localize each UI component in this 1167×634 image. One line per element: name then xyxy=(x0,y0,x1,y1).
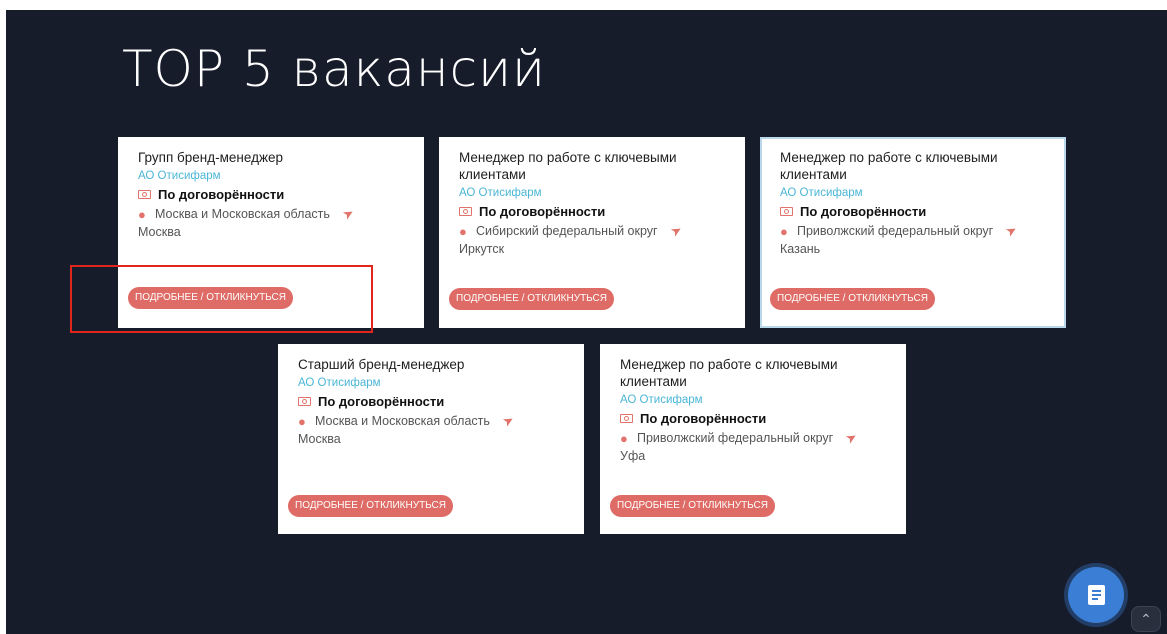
vacancy-card: Старший бренд-менеджер АО Отисифарм По д… xyxy=(278,344,584,534)
company-link[interactable]: АО Отисифарм xyxy=(780,187,1046,199)
navigation-arrow-icon[interactable]: ➤ xyxy=(500,411,517,430)
salary-row: По договорённости xyxy=(298,394,564,409)
details-apply-button[interactable]: ПОДРОБНЕЕ / ОТКЛИКНУТЬСЯ xyxy=(770,288,935,310)
chevron-up-icon: ⌃ xyxy=(1140,611,1152,627)
money-icon xyxy=(138,190,151,199)
region-text: Москва и Московская область xyxy=(315,414,490,428)
map-pin-icon: ● xyxy=(459,223,467,239)
salary-text: По договорённости xyxy=(640,411,767,426)
salary-row: По договорённости xyxy=(780,204,1046,219)
map-pin-icon: ● xyxy=(620,430,628,446)
salary-row: По договорённости xyxy=(620,411,886,426)
region-text: Приволжский федеральный округ xyxy=(797,224,994,238)
city-text: Уфа xyxy=(620,449,646,463)
salary-row: По договорённости xyxy=(459,204,725,219)
salary-text: По договорённости xyxy=(318,394,445,409)
vacancy-card: Менеджер по работе с ключевыми клиентами… xyxy=(439,137,745,328)
company-link[interactable]: АО Отисифарм xyxy=(459,187,725,199)
details-apply-button[interactable]: ПОДРОБНЕЕ / ОТКЛИКНУТЬСЯ xyxy=(449,288,614,310)
document-icon xyxy=(1087,585,1105,605)
location-row: ● Приволжский федеральный округ ➤ xyxy=(780,221,1046,240)
region-text: Москва и Московская область xyxy=(155,207,330,221)
vacancy-title[interactable]: Групп бренд-менеджер xyxy=(138,149,404,166)
location-row: ● Москва и Московская область ➤ xyxy=(138,204,404,223)
details-apply-button[interactable]: ПОДРОБНЕЕ / ОТКЛИКНУТЬСЯ xyxy=(610,495,775,517)
details-apply-button[interactable]: ПОДРОБНЕЕ / ОТКЛИКНУТЬСЯ xyxy=(288,495,453,517)
document-fab-button[interactable] xyxy=(1068,567,1124,623)
vacancy-title[interactable]: Старший бренд-менеджер xyxy=(298,356,564,373)
vacancy-title[interactable]: Менеджер по работе с ключевыми клиентами xyxy=(780,149,1046,183)
map-pin-icon: ● xyxy=(780,223,788,239)
vacancy-card: Менеджер по работе с ключевыми клиентами… xyxy=(760,137,1066,328)
map-pin-icon: ● xyxy=(138,206,146,222)
page-title: TOP 5 вакансий xyxy=(122,40,546,98)
vacancy-title[interactable]: Менеджер по работе с ключевыми клиентами xyxy=(459,149,725,183)
region-text: Приволжский федеральный округ xyxy=(637,431,834,445)
location-row: ● Сибирский федеральный округ ➤ xyxy=(459,221,725,240)
money-icon xyxy=(459,207,472,216)
city-text: Иркутск xyxy=(459,242,505,256)
money-icon xyxy=(298,397,311,406)
map-pin-icon: ● xyxy=(298,413,306,429)
location-row: ● Москва и Московская область ➤ xyxy=(298,411,564,430)
city-text: Москва xyxy=(138,225,181,239)
money-icon xyxy=(620,414,633,423)
navigation-arrow-icon[interactable]: ➤ xyxy=(667,221,684,240)
vacancy-title[interactable]: Менеджер по работе с ключевыми клиентами xyxy=(620,356,886,390)
scroll-to-top-button[interactable]: ⌃ xyxy=(1131,606,1161,632)
vacancy-card: Менеджер по работе с ключевыми клиентами… xyxy=(600,344,906,534)
highlight-box xyxy=(70,265,373,333)
navigation-arrow-icon[interactable]: ➤ xyxy=(340,204,357,223)
company-link[interactable]: АО Отисифарм xyxy=(620,394,886,406)
company-link[interactable]: АО Отисифарм xyxy=(298,377,564,389)
navigation-arrow-icon[interactable]: ➤ xyxy=(843,428,860,447)
salary-text: По договорённости xyxy=(158,187,285,202)
city-text: Казань xyxy=(780,242,821,256)
salary-text: По договорённости xyxy=(479,204,606,219)
salary-row: По договорённости xyxy=(138,187,404,202)
region-text: Сибирский федеральный округ xyxy=(476,224,658,238)
money-icon xyxy=(780,207,793,216)
location-row: ● Приволжский федеральный округ ➤ xyxy=(620,428,886,447)
salary-text: По договорённости xyxy=(800,204,927,219)
navigation-arrow-icon[interactable]: ➤ xyxy=(1003,221,1020,240)
company-link[interactable]: АО Отисифарм xyxy=(138,170,404,182)
city-text: Москва xyxy=(298,432,341,446)
